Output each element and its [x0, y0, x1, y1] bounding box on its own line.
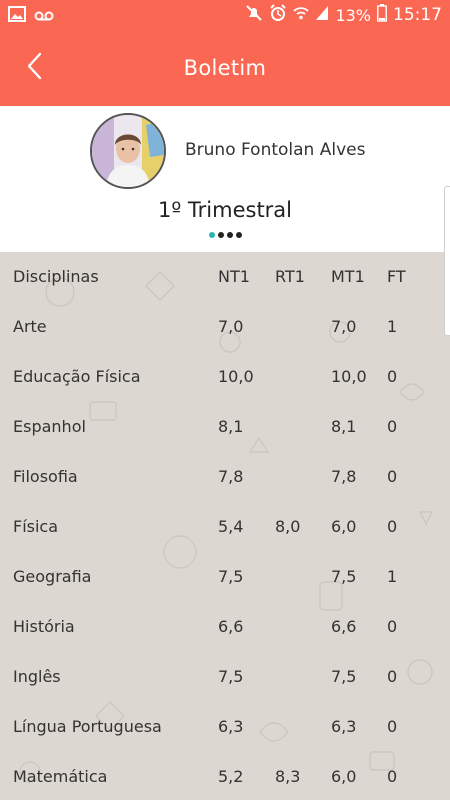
nt1-cell: 6,3 — [218, 717, 244, 736]
page-dot[interactable] — [226, 232, 233, 238]
nt1-cell: 7,5 — [218, 567, 244, 586]
subject-cell: Espanhol — [13, 417, 86, 436]
subject-cell: Filosofia — [13, 467, 78, 486]
page-dot[interactable] — [208, 232, 215, 238]
page-indicator — [0, 232, 450, 238]
subject-cell: Física — [13, 517, 59, 536]
ft-cell: 0 — [387, 767, 398, 786]
ft-cell: 0 — [387, 617, 398, 636]
table-row: Língua Portuguesa 6,3 6,3 0 — [0, 702, 450, 752]
nt1-cell: 7,0 — [218, 317, 244, 336]
ft-cell: 0 — [387, 417, 398, 436]
table-row: Filosofia 7,8 7,8 0 — [0, 452, 450, 502]
mt1-cell: 7,0 — [331, 317, 357, 336]
wifi-icon — [293, 5, 310, 25]
header-ft: FT — [387, 267, 406, 286]
table-row: História 6,6 6,6 0 — [0, 602, 450, 652]
table-row: Geografia 7,5 7,5 1 — [0, 552, 450, 602]
header-nt1: NT1 — [218, 267, 250, 286]
table-row: Espanhol 8,1 8,1 0 — [0, 402, 450, 452]
student-name: Bruno Fontolan Alves — [185, 140, 366, 160]
header-rt1: RT1 — [275, 267, 305, 286]
nt1-cell: 6,6 — [218, 617, 244, 636]
subject-cell: Matemática — [13, 767, 108, 786]
mt1-cell: 7,5 — [331, 667, 357, 686]
student-profile: Bruno Fontolan Alves 1º Trimestral — [0, 106, 450, 252]
page-dot[interactable] — [235, 232, 242, 238]
subject-cell: Arte — [13, 317, 47, 336]
header-mt1: MT1 — [331, 267, 365, 286]
subject-cell: Educação Física — [13, 367, 141, 386]
subject-cell: Língua Portuguesa — [13, 717, 162, 736]
scroll-indicator[interactable] — [444, 186, 450, 336]
mt1-cell: 7,5 — [331, 567, 357, 586]
table-row: Física 5,4 8,0 6,0 0 — [0, 502, 450, 552]
status-bar: 13% 15:17 — [0, 0, 450, 30]
table-row: Educação Física 10,0 10,0 0 — [0, 352, 450, 402]
table-header: Disciplinas NT1 RT1 MT1 FT — [0, 252, 450, 302]
mute-icon — [245, 4, 263, 26]
table-row: Inglês 7,5 7,5 0 — [0, 652, 450, 702]
voicemail-icon — [34, 7, 54, 26]
nt1-cell: 10,0 — [218, 367, 254, 386]
nt1-cell: 7,5 — [218, 667, 244, 686]
avatar — [90, 113, 166, 189]
ft-cell: 0 — [387, 667, 398, 686]
subject-cell: Geografia — [13, 567, 92, 586]
header-disciplinas: Disciplinas — [13, 267, 99, 286]
nt1-cell: 7,8 — [218, 467, 244, 486]
rt1-cell: 8,3 — [275, 767, 301, 786]
grades-table: Disciplinas NT1 RT1 MT1 FT Arte 7,0 7,0 1 Ed… — [0, 252, 450, 800]
subject-cell: História — [13, 617, 75, 636]
mt1-cell: 6,0 — [331, 767, 357, 786]
page-dot[interactable] — [217, 232, 224, 238]
mt1-cell: 6,0 — [331, 517, 357, 536]
period-title: 1º Trimestral — [157, 198, 293, 222]
subject-cell: Inglês — [13, 667, 61, 686]
mt1-cell: 10,0 — [331, 367, 367, 386]
signal-icon — [315, 5, 329, 25]
mt1-cell: 6,6 — [331, 617, 357, 636]
alarm-icon — [269, 4, 287, 26]
table-row: Matemática 5,2 8,3 6,0 0 — [0, 752, 450, 800]
ft-cell: 1 — [387, 567, 398, 586]
table-row: Arte 7,0 7,0 1 — [0, 302, 450, 352]
ft-cell: 1 — [387, 317, 398, 336]
clock: 15:17 — [393, 5, 442, 25]
app-bar: Boletim — [0, 30, 450, 106]
nt1-cell: 8,1 — [218, 417, 244, 436]
battery-icon — [377, 4, 387, 26]
mt1-cell: 8,1 — [331, 417, 357, 436]
ft-cell: 0 — [387, 717, 398, 736]
page-title: Boletim — [183, 56, 267, 80]
mt1-cell: 7,8 — [331, 467, 357, 486]
mt1-cell: 6,3 — [331, 717, 357, 736]
nt1-cell: 5,2 — [218, 767, 244, 786]
image-icon — [8, 6, 26, 26]
ft-cell: 0 — [387, 517, 398, 536]
battery-percent: 13% — [335, 5, 371, 25]
ft-cell: 0 — [387, 367, 398, 386]
ft-cell: 0 — [387, 467, 398, 486]
rt1-cell: 8,0 — [275, 517, 301, 536]
nt1-cell: 5,4 — [218, 517, 244, 536]
